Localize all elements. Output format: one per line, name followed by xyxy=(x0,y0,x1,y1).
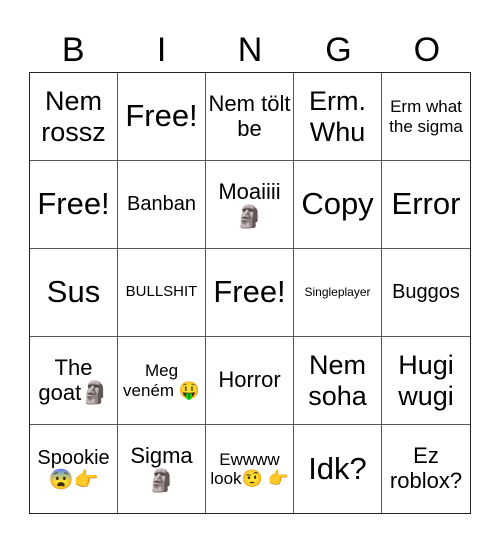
cell-text: Moaiiii 🗿 xyxy=(218,178,281,229)
bingo-cell[interactable]: Idk? xyxy=(294,425,382,513)
cell-text: Error xyxy=(391,186,461,222)
bingo-grid: Nem rossz Free! Nem tölt be Erm. Whu Erm… xyxy=(29,72,471,514)
header-letter-n: N xyxy=(237,31,263,69)
cell-text: Erm. Whu xyxy=(309,86,366,147)
bingo-cell[interactable]: Ez roblox? xyxy=(382,425,470,513)
cell-text: Free! xyxy=(213,274,286,310)
cell-text: Hugi wugi xyxy=(398,350,454,411)
cell-text: Erm what the sigma xyxy=(389,97,463,136)
cell-text: Free! xyxy=(37,186,110,222)
cell-text: Spookie 😨👉 xyxy=(37,446,110,491)
bingo-cell[interactable]: Sus xyxy=(30,249,118,337)
bingo-cell[interactable]: Moaiiii 🗿 xyxy=(206,161,294,249)
bingo-cell[interactable]: Sigma 🗿 xyxy=(118,425,206,513)
cell-text: Ewwww look🤨 👉 xyxy=(210,449,289,488)
cell-text: Nem tölt be xyxy=(208,90,291,141)
cell-text: Ez roblox? xyxy=(389,443,463,493)
cell-text: Nem rossz xyxy=(41,86,106,147)
cell-text: Buggos xyxy=(392,281,460,304)
bingo-header: B I N G O xyxy=(29,28,471,72)
bingo-cell[interactable]: Meg veném 🤑 xyxy=(118,337,206,425)
cell-text: BULLSHIT xyxy=(125,283,198,301)
bingo-cell[interactable]: Banban xyxy=(118,161,206,249)
cell-text: The goat🗿 xyxy=(38,354,109,405)
bingo-cell[interactable]: Horror xyxy=(206,337,294,425)
cell-text: Nem soha xyxy=(308,350,367,411)
bingo-cell[interactable]: Copy xyxy=(294,161,382,249)
cell-text: Copy xyxy=(301,186,374,222)
cell-text: Sigma 🗿 xyxy=(130,443,193,493)
bingo-cell[interactable]: The goat🗿 xyxy=(30,337,118,425)
bingo-cell[interactable]: Singleplayer xyxy=(294,249,382,337)
cell-text: Horror xyxy=(218,367,281,393)
cell-text: Free! xyxy=(125,98,198,134)
header-letter-b: B xyxy=(61,31,85,69)
cell-text: Singleplayer xyxy=(304,284,371,299)
bingo-cell[interactable]: Erm. Whu xyxy=(294,73,382,161)
bingo-cell[interactable]: Erm what the sigma xyxy=(382,73,470,161)
cell-text: Sus xyxy=(46,274,101,310)
cell-text: Banban xyxy=(127,193,196,216)
bingo-cell[interactable]: Hugi wugi xyxy=(382,337,470,425)
bingo-cell[interactable]: Free! xyxy=(206,249,294,337)
bingo-cell[interactable]: Ewwww look🤨 👉 xyxy=(206,425,294,513)
bingo-cell[interactable]: BULLSHIT xyxy=(118,249,206,337)
bingo-cell[interactable]: Free! xyxy=(118,73,206,161)
header-letter-o: O xyxy=(413,31,441,69)
bingo-cell[interactable]: Spookie 😨👉 xyxy=(30,425,118,513)
bingo-cell[interactable]: Nem tölt be xyxy=(206,73,294,161)
header-letter-g: G xyxy=(325,31,352,69)
bingo-cell[interactable]: Nem soha xyxy=(294,337,382,425)
bingo-cell[interactable]: Free! xyxy=(30,161,118,249)
header-letter-i: I xyxy=(156,31,167,69)
bingo-cell[interactable]: Buggos xyxy=(382,249,470,337)
cell-text: Idk? xyxy=(308,450,367,486)
bingo-cell[interactable]: Nem rossz xyxy=(30,73,118,161)
cell-text: Meg veném 🤑 xyxy=(123,361,200,400)
bingo-cell[interactable]: Error xyxy=(382,161,470,249)
